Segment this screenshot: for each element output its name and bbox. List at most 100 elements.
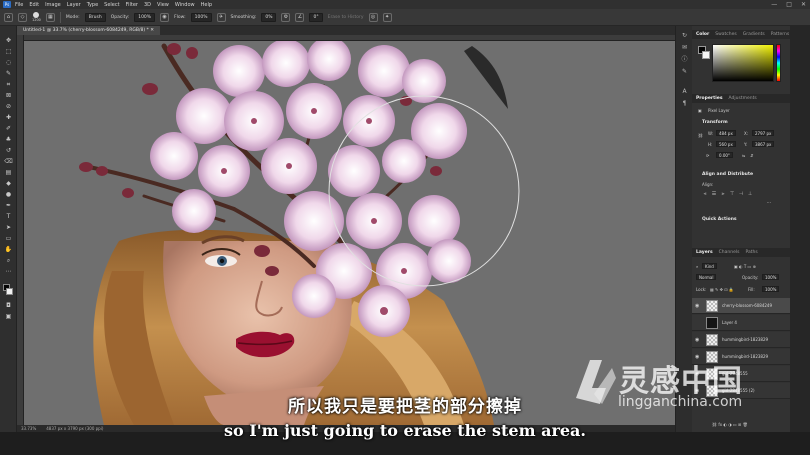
layer-opacity-input[interactable]: 100% bbox=[762, 274, 780, 280]
healing-brush-tool-icon[interactable]: ✚ bbox=[4, 113, 13, 122]
airbrush-icon[interactable]: ✈ bbox=[216, 12, 226, 22]
menu-edit[interactable]: Edit bbox=[29, 2, 39, 8]
flow-input[interactable]: 100% bbox=[190, 12, 212, 22]
brushes-panel-icon[interactable]: ✎ bbox=[680, 68, 689, 76]
frame-tool-icon[interactable]: ⊠ bbox=[4, 91, 13, 100]
gear-icon[interactable]: ⚙ bbox=[281, 12, 291, 22]
tab-layers[interactable]: Layers bbox=[696, 250, 713, 255]
history-panel-icon[interactable]: ↻ bbox=[680, 32, 689, 40]
tab-paths[interactable]: Paths bbox=[745, 250, 757, 255]
hand-tool-icon[interactable]: ✋ bbox=[4, 245, 13, 254]
color-picker-field[interactable] bbox=[712, 44, 774, 82]
menu-filter[interactable]: Filter bbox=[126, 2, 138, 8]
paragraph-panel-icon[interactable]: ¶ bbox=[680, 100, 689, 108]
layer-row[interactable]: ◉ cherry-blossom-6084249 bbox=[692, 298, 790, 314]
maximize-button[interactable]: □ bbox=[786, 0, 792, 9]
character-panel-icon[interactable]: A bbox=[680, 88, 689, 96]
visibility-eye-icon[interactable]: ◉ bbox=[695, 337, 699, 343]
crop-tool-icon[interactable]: ⌗ bbox=[4, 80, 13, 89]
x-input[interactable]: 2797 px bbox=[752, 130, 775, 136]
quick-actions-heading[interactable]: Quick Actions bbox=[702, 217, 737, 222]
tab-adjustments[interactable]: Adjustments bbox=[729, 96, 757, 101]
type-tool-icon[interactable]: T bbox=[4, 212, 13, 221]
brush-settings-icon[interactable]: ▦ bbox=[45, 12, 55, 22]
visibility-eye-icon[interactable]: ◉ bbox=[695, 303, 699, 309]
vertical-ruler[interactable] bbox=[17, 35, 24, 425]
history-brush-tool-icon[interactable]: ↺ bbox=[4, 146, 13, 155]
more-options-icon[interactable]: ⋯ bbox=[766, 200, 772, 206]
tab-channels[interactable]: Channels bbox=[719, 250, 740, 255]
dodge-tool-icon[interactable]: ● bbox=[4, 190, 13, 199]
clone-stamp-tool-icon[interactable]: ♣ bbox=[4, 135, 13, 144]
blend-mode-select[interactable]: Normal bbox=[696, 274, 717, 280]
menu-select[interactable]: Select bbox=[104, 2, 119, 8]
tab-properties[interactable]: Properties bbox=[696, 96, 723, 101]
pressure-opacity-icon[interactable]: ◉ bbox=[160, 12, 170, 22]
symmetry-icon[interactable]: ✦ bbox=[382, 12, 392, 22]
menu-layer[interactable]: Layer bbox=[67, 2, 81, 8]
brush-tool-icon[interactable]: ✐ bbox=[4, 124, 13, 133]
quick-select-tool-icon[interactable]: ✎ bbox=[4, 69, 13, 78]
zoom-tool-icon[interactable]: ⌕ bbox=[4, 256, 13, 265]
tab-swatches[interactable]: Swatches bbox=[715, 32, 737, 37]
opacity-input[interactable]: 100% bbox=[134, 12, 156, 22]
brush-preset-picker[interactable]: 1200 bbox=[32, 12, 41, 22]
align-heading[interactable]: Align and Distribute bbox=[702, 172, 753, 177]
blur-tool-icon[interactable]: ◆ bbox=[4, 179, 13, 188]
flip-horizontal-icon[interactable]: ⇋ bbox=[742, 153, 745, 158]
document-tab[interactable]: Untitled-1 @ 33.7% (cherry-blossom-60842… bbox=[17, 26, 160, 35]
background-color-swatch[interactable] bbox=[6, 288, 13, 295]
minimize-button[interactable]: — bbox=[771, 0, 777, 9]
screen-mode-icon[interactable]: ▣ bbox=[4, 312, 13, 321]
menu-file[interactable]: File bbox=[15, 2, 23, 8]
y-input[interactable]: 3867 px bbox=[752, 141, 775, 147]
align-middle-icon[interactable]: ⊣ bbox=[738, 191, 744, 197]
path-selection-tool-icon[interactable]: ➤ bbox=[4, 223, 13, 232]
more-tools-icon[interactable]: ⋯ bbox=[4, 267, 13, 276]
menu-image[interactable]: Image bbox=[45, 2, 61, 8]
home-icon[interactable]: ⌂ bbox=[4, 12, 13, 22]
comments-panel-icon[interactable]: ✉ bbox=[680, 44, 689, 52]
menu-help[interactable]: Help bbox=[201, 2, 212, 8]
align-right-icon[interactable]: ⫸ bbox=[720, 191, 726, 197]
quick-mask-icon[interactable]: ◘ bbox=[4, 301, 13, 310]
pressure-size-icon[interactable]: ◎ bbox=[368, 12, 378, 22]
link-icon[interactable]: ⛓ bbox=[698, 133, 703, 138]
marquee-tool-icon[interactable]: ⬚ bbox=[4, 47, 13, 56]
angle-icon[interactable]: ∠ bbox=[295, 12, 305, 22]
smoothing-input[interactable]: 0% bbox=[261, 12, 277, 22]
gradient-tool-icon[interactable]: ▤ bbox=[4, 168, 13, 177]
width-input[interactable]: 484 px bbox=[716, 130, 736, 136]
close-button[interactable]: ✕ bbox=[801, 0, 806, 9]
menu-window[interactable]: Window bbox=[175, 2, 195, 8]
panel-background-swatch[interactable] bbox=[702, 51, 710, 59]
lock-icons[interactable]: ▦ ✎ ✥ ⊡ 🔒 bbox=[710, 287, 734, 292]
eraser-tool-preset-icon[interactable]: ◇ bbox=[18, 12, 27, 22]
layer-filter-select[interactable]: Kind bbox=[702, 263, 717, 269]
align-bottom-icon[interactable]: ⊥ bbox=[747, 191, 753, 197]
move-tool-icon[interactable]: ✥ bbox=[4, 36, 13, 45]
eyedropper-tool-icon[interactable]: ⊘ bbox=[4, 102, 13, 111]
flip-vertical-icon[interactable]: ⇵ bbox=[750, 153, 753, 158]
pen-tool-icon[interactable]: ✒ bbox=[4, 201, 13, 210]
align-left-icon[interactable]: ⫷ bbox=[702, 191, 708, 197]
erase-to-history-checkbox[interactable]: Erase to History bbox=[328, 15, 364, 20]
menu-3d[interactable]: 3D bbox=[144, 2, 151, 8]
align-top-icon[interactable]: ⊤ bbox=[729, 191, 735, 197]
menu-type[interactable]: Type bbox=[87, 2, 98, 8]
tab-patterns[interactable]: Patterns bbox=[771, 32, 790, 37]
lasso-tool-icon[interactable]: ◌ bbox=[4, 58, 13, 67]
height-input[interactable]: 560 px bbox=[716, 141, 736, 147]
layer-row[interactable]: Layer 4 bbox=[692, 315, 790, 331]
hue-slider[interactable] bbox=[776, 44, 781, 82]
layer-row[interactable]: ◉ hummingbird-1823829 bbox=[692, 332, 790, 348]
eraser-tool-icon[interactable]: ⌫ bbox=[4, 157, 13, 166]
angle-input[interactable]: 0.00° bbox=[716, 152, 733, 158]
transform-heading[interactable]: Transform bbox=[702, 120, 728, 125]
fill-input[interactable]: 100% bbox=[762, 286, 780, 292]
angle-input[interactable]: 0° bbox=[309, 12, 323, 22]
mode-select[interactable]: Brush bbox=[84, 12, 106, 22]
tab-gradients[interactable]: Gradients bbox=[743, 32, 765, 37]
align-center-icon[interactable]: ☰ bbox=[711, 191, 717, 197]
close-tab-icon[interactable]: ✕ bbox=[150, 28, 154, 33]
